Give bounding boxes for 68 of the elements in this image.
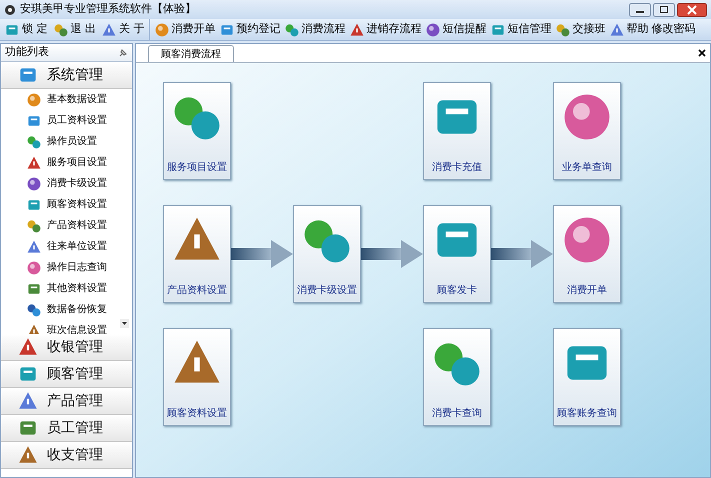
sidebar-item[interactable]: 员工资料设置 (1, 110, 132, 131)
toolbar-button[interactable]: 短信管理 (490, 21, 552, 38)
flow-tile[interactable]: 消费卡充值 (423, 82, 491, 180)
tab[interactable]: 顾客消费流程 (148, 45, 234, 62)
toolbar-button[interactable]: 帮助 (608, 21, 648, 38)
group-header[interactable]: 收银管理 (1, 334, 132, 361)
flow-tile[interactable]: 消费开单 (553, 205, 621, 303)
flow-arrow (231, 240, 293, 268)
flow-arrow (491, 240, 553, 268)
item-icon (26, 302, 42, 318)
maximize-icon[interactable] (653, 2, 675, 16)
group-header[interactable]: 顾客管理 (1, 361, 132, 388)
toolbar-icon (424, 22, 440, 38)
flow-tile[interactable]: 顾客账务查询 (553, 328, 621, 426)
toolbar-button[interactable]: 进销存流程 (348, 21, 422, 38)
pin-icon[interactable] (118, 48, 128, 58)
sidebar-item[interactable]: 数据备份恢复 (1, 299, 132, 320)
panel-title: 功能列表 (5, 44, 49, 60)
toolbar-button[interactable]: 关 于 (100, 21, 146, 38)
group-header[interactable]: 收支管理 (1, 442, 132, 469)
group-header[interactable]: 产品管理 (1, 388, 132, 415)
toolbar-icon (101, 22, 117, 38)
sidebar-item[interactable]: 产品资料设置 (1, 215, 132, 236)
scroll-down-icon[interactable] (120, 319, 129, 328)
toolbar-icon (348, 22, 364, 38)
flow-tile[interactable]: 顾客发卡 (423, 205, 491, 303)
flow-tile[interactable]: 业务单查询 (553, 82, 621, 180)
close-icon[interactable] (677, 2, 707, 16)
item-icon (26, 218, 42, 234)
toolbar-button[interactable]: 预约登记 (218, 21, 280, 38)
flow-tile[interactable]: 顾客资料设置 (163, 328, 231, 426)
flow-tile[interactable]: 服务项目设置 (163, 82, 231, 180)
item-icon (26, 176, 42, 192)
item-icon (26, 154, 42, 170)
sidebar-item[interactable]: 基本数据设置 (1, 89, 132, 110)
toolbar-icon (608, 22, 624, 38)
sidebar-item[interactable]: 其他资料设置 (1, 278, 132, 299)
item-icon (26, 238, 42, 254)
close-icon[interactable] (698, 49, 706, 57)
sidebar-item[interactable]: 操作员设置 (1, 131, 132, 152)
toolbar-icon (284, 22, 300, 38)
sidebar-item[interactable]: 顾客资料设置 (1, 194, 132, 215)
minimize-icon[interactable] (629, 2, 651, 16)
toolbar-button[interactable]: 锁 定 (3, 21, 48, 38)
sidebar-item[interactable]: 操作日志查询 (1, 257, 132, 278)
toolbar-button[interactable]: 退 出 (52, 21, 97, 38)
flow-arrow (361, 240, 423, 268)
group-header[interactable]: 员工管理 (1, 415, 132, 442)
toolbar-icon (554, 22, 570, 38)
toolbar-button[interactable]: 交接班 (554, 21, 606, 38)
app-icon (4, 4, 16, 16)
toolbar-button[interactable]: 短信提醒 (424, 21, 486, 38)
item-icon (26, 260, 42, 276)
window-title: 安琪美甲专业管理系统软件【体验】 (20, 1, 197, 18)
toolbar-icon (154, 22, 170, 38)
sidebar-item[interactable]: 往来单位设置 (1, 236, 132, 257)
toolbar-button[interactable]: 消费流程 (284, 21, 346, 38)
group-header[interactable]: 系统管理 (1, 62, 132, 89)
toolbar-icon (52, 22, 68, 38)
flow-tile[interactable]: 产品资料设置 (163, 205, 231, 303)
flow-tile[interactable]: 消费卡级设置 (293, 205, 361, 303)
sidebar-item[interactable]: 服务项目设置 (1, 152, 132, 173)
toolbar-button[interactable]: 修改密码 (652, 21, 696, 38)
toolbar-button[interactable]: 消费开单 (154, 21, 216, 38)
item-icon (26, 92, 42, 108)
flow-tile[interactable]: 消费卡查询 (423, 328, 491, 426)
item-icon (26, 134, 42, 150)
sidebar-item[interactable]: 消费卡级设置 (1, 173, 132, 194)
